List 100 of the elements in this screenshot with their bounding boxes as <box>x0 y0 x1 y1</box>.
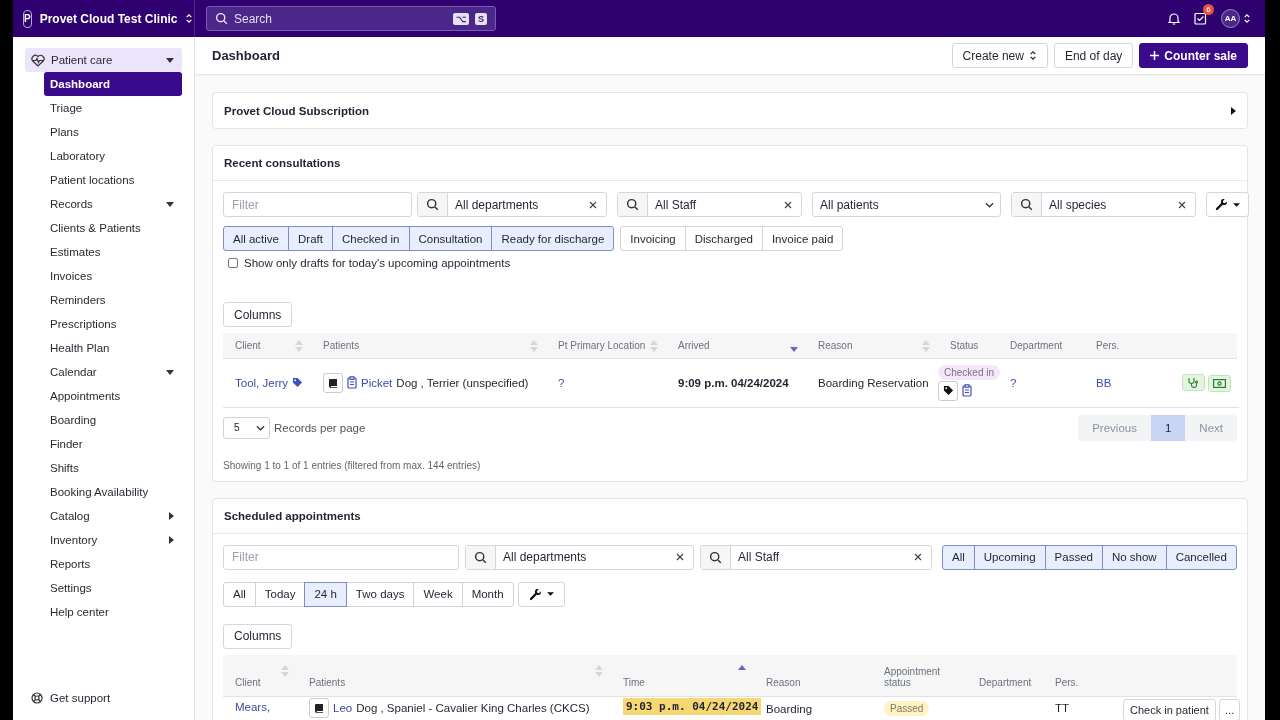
sidebar-item[interactable]: Calendar <box>25 360 182 384</box>
search-select[interactable]: All species <box>1011 192 1196 217</box>
chevron-down-icon <box>985 201 994 208</box>
sidebar-item[interactable]: Records <box>25 192 182 216</box>
search-field[interactable]: Search ⌥ S <box>206 6 496 31</box>
search-select[interactable]: All Staff <box>617 192 802 217</box>
sidebar-item[interactable]: Reminders <box>44 288 182 312</box>
tools-button[interactable] <box>517 581 565 607</box>
filter-tab[interactable]: Upcoming <box>973 544 1046 570</box>
filter-tab[interactable]: No show <box>1101 544 1167 570</box>
patient-detail: Dog , Terrier (unspecified) <box>396 376 529 389</box>
sidebar-item[interactable]: Help center <box>25 600 182 624</box>
sidebar-item[interactable]: Settings <box>25 576 182 600</box>
create-new-button[interactable]: Create new <box>951 43 1048 68</box>
sidebar-item[interactable]: Plans <box>44 120 182 144</box>
sidebar-item[interactable]: Triage <box>44 96 182 120</box>
sidebar-item[interactable]: Health Plan <box>44 336 182 360</box>
support-link[interactable]: Get support <box>50 692 111 704</box>
filter-tab[interactable]: Discharged <box>684 226 763 251</box>
column-header: Pt Primary Location <box>558 340 646 351</box>
department-link[interactable]: ? <box>1010 376 1017 389</box>
user-menu[interactable]: AA <box>1221 9 1251 28</box>
record-button[interactable] <box>323 372 343 393</box>
column-header: Department <box>979 676 1032 688</box>
filter-tab[interactable]: Invoice paid <box>761 226 844 251</box>
patient-link[interactable]: Picket <box>361 376 393 389</box>
sidebar-item[interactable]: Catalog <box>25 504 182 528</box>
patient-detail: Dog , Spaniel - Cavalier King Charles (CKCS) <box>356 701 590 714</box>
filter-tab[interactable]: Today <box>254 581 306 607</box>
sidebar-item[interactable]: Appointments <box>44 384 182 408</box>
clear-icon[interactable] <box>589 200 597 209</box>
filter-tab[interactable]: 24 h <box>304 581 347 607</box>
notification-icon[interactable] <box>1168 12 1180 25</box>
search-select[interactable]: All departments <box>417 192 607 217</box>
status-badge: Checked in <box>938 364 1001 380</box>
filter-tab[interactable]: Month <box>461 581 514 607</box>
search-select[interactable]: All departments <box>465 544 694 570</box>
filter-field[interactable]: Filter <box>223 192 412 217</box>
clear-icon[interactable] <box>1178 200 1186 209</box>
clinic-logo: P <box>23 9 32 28</box>
record-button[interactable] <box>309 697 329 718</box>
sidebar-item[interactable]: Prescriptions <box>44 312 182 336</box>
sidebar-item[interactable]: Clients & Patients <box>44 216 182 240</box>
select-field[interactable]: All patients <box>812 192 1001 217</box>
filter-tab[interactable]: Week <box>413 581 463 607</box>
tools-button[interactable] <box>1206 192 1249 217</box>
checklist-icon[interactable] <box>1194 12 1207 25</box>
sidebar-item[interactable]: Shifts <box>44 456 182 480</box>
clear-icon[interactable] <box>784 200 792 209</box>
filter-tab[interactable]: Ready for discharge <box>491 226 615 251</box>
client-link[interactable]: Tool, Jerry <box>235 376 289 389</box>
counter-sale-button[interactable]: Counter sale <box>1139 43 1248 68</box>
subscription-panel[interactable]: Provet Cloud Subscription <box>212 92 1248 129</box>
sidebar-item[interactable]: Dashboard <box>44 72 182 96</box>
filter-tab[interactable]: Invoicing <box>620 226 686 251</box>
payment-button[interactable] <box>1208 374 1231 392</box>
client-link[interactable]: Mears, <box>235 700 271 713</box>
checkbox-label[interactable]: Show only drafts for today's upcoming appointments <box>244 257 511 269</box>
book-icon <box>328 377 338 388</box>
location-link[interactable]: ? <box>558 376 565 389</box>
sidebar-item[interactable]: Patient care <box>25 48 182 72</box>
filter-tab[interactable]: Cancelled <box>1165 544 1237 570</box>
sidebar-item[interactable]: Reports <box>25 552 182 576</box>
filter-tab[interactable]: All <box>223 581 256 607</box>
staff-link[interactable]: BB <box>1096 376 1112 389</box>
consultation-button[interactable] <box>1181 373 1205 391</box>
wrench-icon <box>528 587 542 601</box>
sidebar-item[interactable]: Inventory <box>25 528 182 552</box>
sidebar-item[interactable]: Laboratory <box>44 144 182 168</box>
column-header: Appointment status <box>884 665 942 688</box>
filter-tab[interactable]: Passed <box>1044 544 1103 570</box>
columns-button[interactable]: Columns <box>223 302 293 327</box>
filter-field[interactable]: Filter <box>223 544 459 570</box>
columns-button[interactable]: Columns <box>223 623 293 649</box>
sidebar-item[interactable]: Finder <box>44 432 182 456</box>
plus-icon <box>1150 51 1160 60</box>
more-button[interactable]: ... <box>1219 698 1241 720</box>
end-of-day-button[interactable]: End of day <box>1053 43 1134 68</box>
search-select[interactable]: All Staff <box>700 544 932 570</box>
filter-tab[interactable]: Consultation <box>408 226 493 251</box>
check-in-button[interactable]: Check in patient <box>1123 698 1216 720</box>
filter-tab[interactable]: Draft <box>288 226 333 251</box>
filter-tab[interactable]: All <box>942 544 975 570</box>
filter-tab[interactable]: Two days <box>345 581 415 607</box>
clear-icon[interactable] <box>676 553 684 561</box>
filter-tab[interactable]: All active <box>223 226 290 251</box>
lifebuoy-icon <box>31 692 43 704</box>
sidebar-item[interactable]: Boarding <box>44 408 182 432</box>
sidebar-item[interactable]: Estimates <box>44 240 182 264</box>
search-icon <box>474 550 487 564</box>
patient-link[interactable]: Leo <box>333 701 353 714</box>
checkbox[interactable] <box>228 258 238 268</box>
sidebar-item[interactable]: Invoices <box>44 264 182 288</box>
filter-tab[interactable]: Checked in <box>331 226 410 251</box>
tag-button[interactable] <box>938 380 958 401</box>
sidebar-item[interactable]: Booking Availability <box>44 480 182 504</box>
clear-icon[interactable] <box>914 553 922 561</box>
sidebar-item[interactable]: Patient locations <box>44 168 182 192</box>
per-page-select[interactable]: 5 <box>223 416 270 439</box>
page-button[interactable]: 1 <box>1150 414 1186 441</box>
